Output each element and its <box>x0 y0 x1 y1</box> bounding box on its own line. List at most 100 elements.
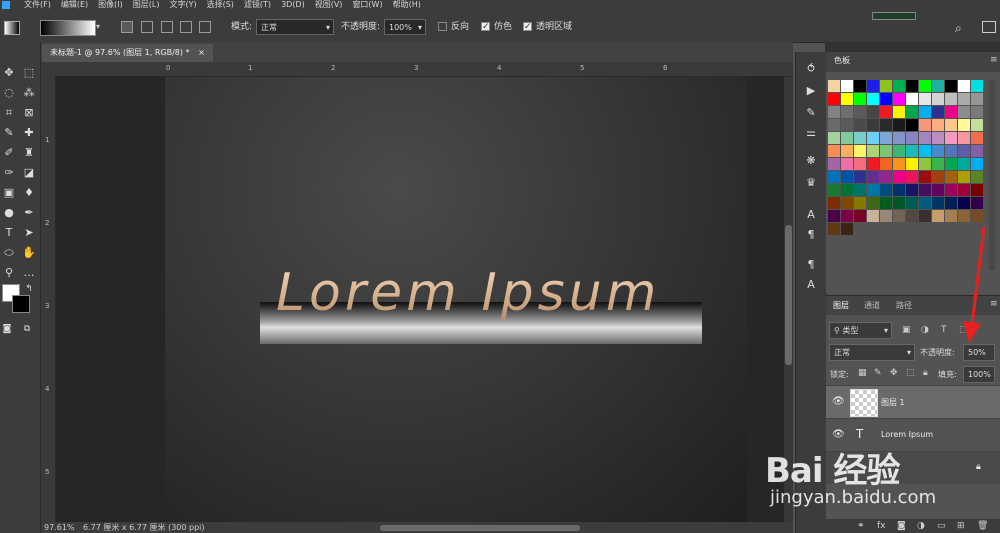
color-swatch[interactable] <box>854 184 866 196</box>
color-swatch[interactable] <box>841 197 853 209</box>
tab-channels[interactable]: 通道 <box>864 300 880 311</box>
color-swatch[interactable] <box>880 119 892 131</box>
color-swatch[interactable] <box>828 119 840 131</box>
filter-type-icon[interactable]: T <box>941 325 947 335</box>
tab-layers[interactable]: 图层 <box>833 300 849 311</box>
menu-image[interactable]: 图像(I) <box>98 0 123 10</box>
color-swatch[interactable] <box>880 145 892 157</box>
color-swatch[interactable] <box>958 145 970 157</box>
color-swatch[interactable] <box>919 106 931 118</box>
color-swatch[interactable] <box>906 106 918 118</box>
new-layer-icon[interactable]: ⊞ <box>957 521 965 531</box>
color-swatch[interactable] <box>854 132 866 144</box>
color-swatch[interactable] <box>841 93 853 105</box>
color-swatch[interactable] <box>854 80 866 92</box>
color-swatch[interactable] <box>971 184 983 196</box>
horizontal-scroll-thumb[interactable] <box>380 525 580 531</box>
color-swatch[interactable] <box>841 106 853 118</box>
color-swatch[interactable] <box>867 171 879 183</box>
color-swatch[interactable] <box>880 106 892 118</box>
color-swatch[interactable] <box>945 132 957 144</box>
fill-input[interactable]: 100% <box>963 366 995 383</box>
history-brush-icon[interactable]: ✑ <box>2 166 16 180</box>
dodge-tool-icon[interactable]: ● <box>2 206 16 220</box>
color-swatch[interactable] <box>841 223 853 235</box>
reflected-gradient-button[interactable] <box>180 21 192 33</box>
brush-tool-icon[interactable]: ✐ <box>2 146 16 160</box>
menu-help[interactable]: 帮助(H) <box>393 0 421 10</box>
shape-tool-icon[interactable]: ⬭ <box>2 246 16 260</box>
opacity-input[interactable]: 100% ▾ <box>384 19 426 35</box>
blend-mode-select[interactable]: 正常 ▾ <box>829 344 915 361</box>
color-swatch[interactable] <box>854 119 866 131</box>
color-swatch[interactable] <box>854 197 866 209</box>
swatches-panel-title[interactable]: 色板 <box>834 55 850 66</box>
color-swatch[interactable] <box>945 197 957 209</box>
color-swatch[interactable] <box>893 93 905 105</box>
eraser-icon[interactable]: ◪ <box>22 166 36 180</box>
color-swatch[interactable] <box>880 184 892 196</box>
screen-mode-icon[interactable]: ⧉ <box>20 322 34 336</box>
type-tool-icon[interactable]: T <box>2 226 16 240</box>
color-swatch[interactable] <box>958 106 970 118</box>
color-swatch[interactable] <box>854 158 866 170</box>
color-swatch[interactable] <box>828 93 840 105</box>
color-swatch[interactable] <box>919 80 931 92</box>
color-swatch[interactable] <box>893 119 905 131</box>
color-swatch[interactable] <box>867 184 879 196</box>
search-icon[interactable]: ⌕ <box>955 21 962 36</box>
color-swatch[interactable] <box>880 197 892 209</box>
marquee-tool-icon[interactable]: ⬚ <box>22 66 36 80</box>
color-swatch[interactable] <box>854 106 866 118</box>
menu-select[interactable]: 选择(S) <box>207 0 234 10</box>
visibility-eye-icon[interactable]: 👁︎ <box>832 396 845 407</box>
path-select-icon[interactable]: ➤ <box>22 226 36 240</box>
histogram-icon[interactable]: ♛ <box>804 176 818 190</box>
color-swatch[interactable] <box>828 223 840 235</box>
color-swatch[interactable] <box>971 80 983 92</box>
color-swatch[interactable] <box>841 80 853 92</box>
filter-adjustment-icon[interactable]: ◑ <box>921 325 929 335</box>
color-swatch[interactable] <box>919 93 931 105</box>
layer-name[interactable]: 图层 1 <box>881 397 905 408</box>
color-swatch[interactable] <box>906 184 918 196</box>
chevron-down-icon[interactable]: ▾ <box>96 22 100 31</box>
panel-menu-icon[interactable]: ≡ <box>990 299 998 309</box>
color-swatch[interactable] <box>841 171 853 183</box>
color-swatch[interactable] <box>919 132 931 144</box>
color-swatch[interactable] <box>971 210 983 222</box>
color-swatch[interactable] <box>893 197 905 209</box>
paragraph-icon[interactable]: ¶ <box>804 228 818 242</box>
menu-edit[interactable]: 编辑(E) <box>61 0 88 10</box>
color-swatch[interactable] <box>906 210 918 222</box>
color-swatch[interactable] <box>945 93 957 105</box>
dither-checkbox[interactable]: 仿色 <box>481 20 512 34</box>
color-swatch[interactable] <box>932 171 944 183</box>
color-swatch[interactable] <box>958 171 970 183</box>
color-swatch[interactable] <box>971 158 983 170</box>
color-swatch[interactable] <box>919 158 931 170</box>
color-swatch[interactable] <box>906 171 918 183</box>
zoom-tool-icon[interactable]: ⚲ <box>2 266 16 280</box>
color-swatch[interactable] <box>893 184 905 196</box>
color-swatch[interactable] <box>919 145 931 157</box>
actions-play-icon[interactable]: ▶ <box>804 84 818 98</box>
color-swatch[interactable] <box>854 171 866 183</box>
color-swatch[interactable] <box>932 106 944 118</box>
color-swatch[interactable] <box>945 145 957 157</box>
menu-window[interactable]: 窗口(W) <box>352 0 382 10</box>
color-swatch[interactable] <box>958 158 970 170</box>
link-layers-icon[interactable]: ⚭ <box>857 521 865 531</box>
crop-tool-icon[interactable]: ⌗ <box>2 106 16 120</box>
color-swatch[interactable] <box>932 145 944 157</box>
diamond-gradient-button[interactable] <box>199 21 211 33</box>
stamp-tool-icon[interactable]: ♜ <box>22 146 36 160</box>
color-swatch[interactable] <box>971 93 983 105</box>
lock-image-icon[interactable]: ✎ <box>874 368 882 378</box>
swap-colors-icon[interactable]: ↰ <box>22 282 36 296</box>
color-swatch[interactable] <box>945 158 957 170</box>
visibility-eye-icon[interactable]: 👁︎ <box>832 429 845 440</box>
color-swatch[interactable] <box>932 197 944 209</box>
color-swatch[interactable] <box>958 210 970 222</box>
filter-pixel-icon[interactable]: ▣ <box>902 325 911 335</box>
